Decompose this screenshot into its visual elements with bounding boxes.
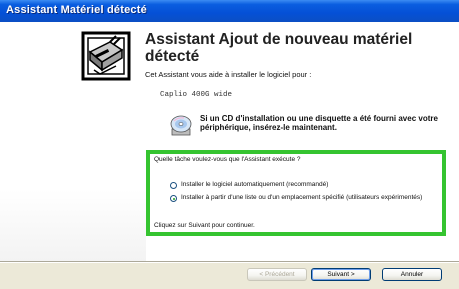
wizard-window: Assistant Matériel détecté Assistant Ajo… [0,0,459,289]
back-button[interactable]: < Précédent [247,268,307,281]
cancel-button[interactable]: Annuler [382,268,442,281]
cd-instruction: Si un CD d'installation ou une disquette… [200,114,438,132]
highlight-frame [146,150,446,236]
device-name: Caplio 400G wide [160,91,233,99]
next-button[interactable]: Suivant > [311,268,371,281]
window-title: Assistant Matériel détecté [6,4,147,16]
button-divider [0,261,459,263]
hardware-wizard-icon [80,30,132,82]
cd-disk-icon [168,112,194,138]
wizard-heading: Assistant Ajout de nouveau matériel déte… [145,31,413,65]
title-bar[interactable]: Assistant Matériel détecté [0,0,459,22]
intro-text: Cet Assistant vous aide à installer le l… [145,70,312,79]
